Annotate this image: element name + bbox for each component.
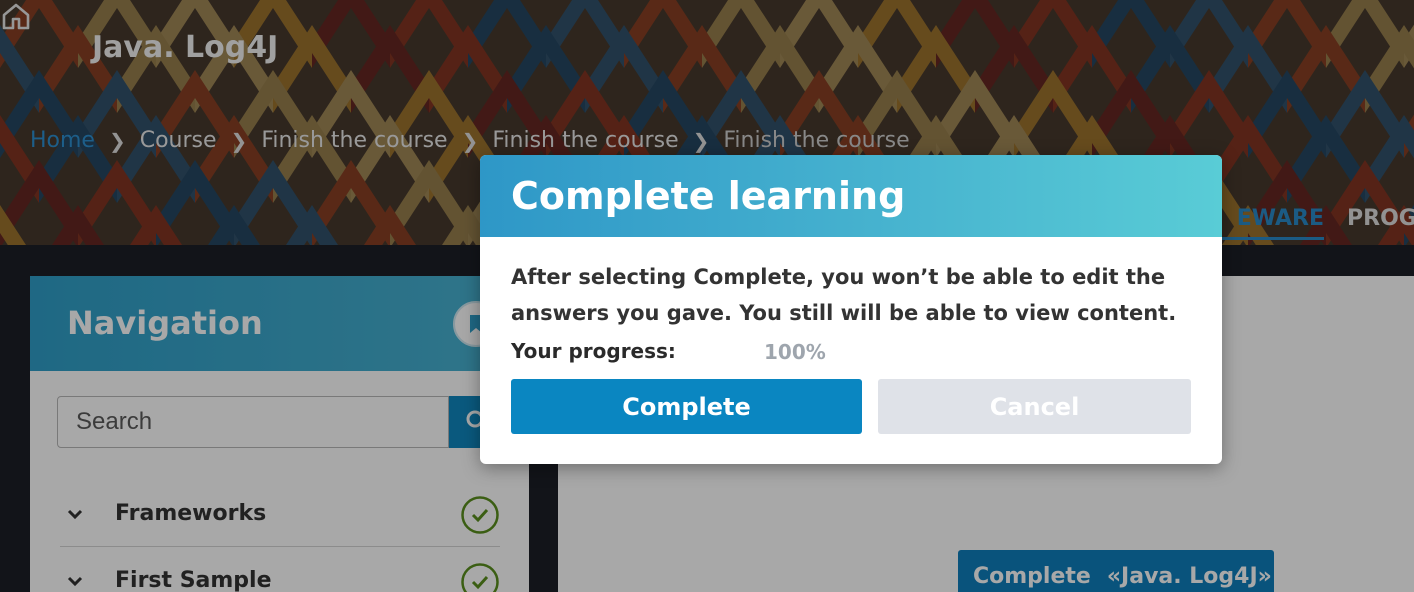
dialog-body: After selecting Complete, you won’t be a… <box>480 237 1222 375</box>
complete-learning-dialog: Complete learning After selecting Comple… <box>480 155 1222 464</box>
dialog-header: Complete learning <box>480 155 1222 237</box>
progress-value: 100% <box>764 340 826 364</box>
cancel-button[interactable]: Cancel <box>878 379 1191 434</box>
complete-button[interactable]: Complete <box>511 379 862 434</box>
progress-label: Your progress: <box>511 339 676 363</box>
dialog-message: After selecting Complete, you won’t be a… <box>511 265 1177 325</box>
dialog-title: Complete learning <box>511 174 906 218</box>
progress-row: Your progress: 100% <box>511 333 1191 375</box>
